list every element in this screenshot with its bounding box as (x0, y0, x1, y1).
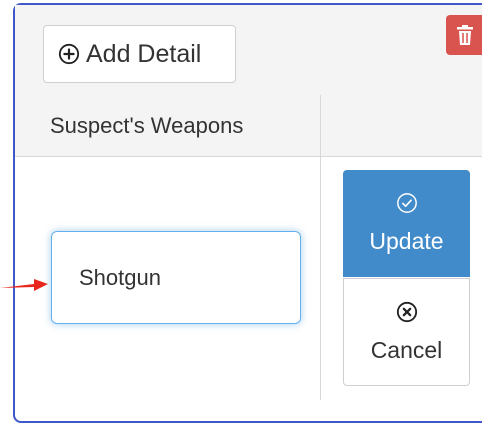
cancel-button[interactable]: Cancel (343, 278, 470, 386)
arrow-pointer-icon (0, 279, 48, 291)
plus-circle-icon (58, 43, 80, 65)
check-circle-icon (396, 193, 417, 213)
add-detail-button[interactable]: Add Detail (43, 25, 236, 83)
column-header-actions (321, 95, 482, 157)
weapon-input[interactable] (51, 231, 301, 324)
trash-icon (457, 25, 473, 45)
delete-button[interactable] (446, 15, 482, 55)
column-divider (320, 157, 321, 400)
update-button[interactable]: Update (343, 170, 470, 277)
x-circle-icon (396, 301, 417, 322)
column-header-weapons: Suspect's Weapons (15, 95, 321, 157)
update-label: Update (369, 228, 444, 254)
cancel-label: Cancel (370, 336, 443, 363)
column-header-label: Suspect's Weapons (50, 112, 244, 138)
add-detail-label: Add Detail (86, 39, 202, 68)
